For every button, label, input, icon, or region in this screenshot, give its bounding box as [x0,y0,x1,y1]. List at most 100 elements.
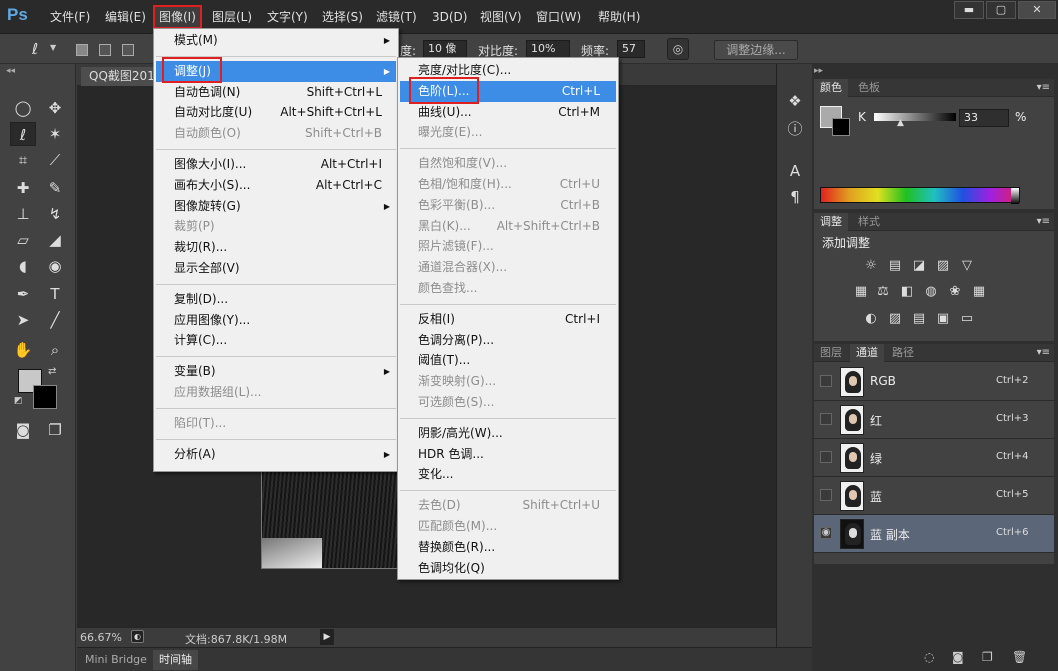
add-to-selection-icon[interactable] [99,44,111,56]
menu-3[interactable]: 图层(L) [208,7,256,27]
slider-thumb-icon[interactable]: ▲ [897,118,904,128]
photo-filter-icon[interactable]: ◍ [922,283,940,301]
panel-menu-icon[interactable]: ▾≡ [1037,79,1050,97]
tab-styles[interactable]: 样式 [852,213,886,231]
invert-icon[interactable]: ◐ [862,310,880,328]
brush-tool-icon[interactable]: ✎ [42,176,68,200]
panel-menu-icon[interactable]: ▾≡ [1037,344,1050,362]
marquee-tool-icon[interactable]: ◯ [10,96,36,120]
adjust-menu-item[interactable]: 色调均化(Q) [400,558,616,579]
image-menu-item[interactable]: 变量(B) ▶ [156,361,396,382]
tab-color[interactable]: 颜色 [814,79,848,97]
menu-6[interactable]: 滤镜(T) [372,7,421,27]
screen-mode-icon[interactable]: ❐ [42,418,68,442]
new-selection-icon[interactable] [76,44,88,56]
document-tab[interactable]: QQ截图201 [81,67,163,86]
eraser-tool-icon[interactable]: ▱ [10,228,36,252]
vibrance-icon[interactable]: ▽ [958,257,976,275]
3d-icon[interactable]: ❖ [783,90,807,112]
image-menu-item[interactable]: 裁切(R)... [156,237,396,258]
adjust-menu-item[interactable]: 替换颜色(R)... [400,537,616,558]
hue-saturation-icon[interactable]: ▦ [852,283,870,301]
frequency-input[interactable]: 57 [617,40,645,58]
width-input[interactable]: 10 像素 [423,40,467,71]
healing-brush-tool-icon[interactable]: ✚ [10,176,36,200]
delete-channel-icon[interactable]: 🗑 [1012,650,1027,664]
image-menu-item[interactable]: 计算(C)... [156,330,396,351]
threshold-icon[interactable]: ▤ [910,310,928,328]
load-selection-icon[interactable]: ◌ [924,650,934,664]
image-menu-item[interactable]: 图像旋转(G) ▶ [156,196,396,217]
magic-wand-tool-icon[interactable]: ✶ [42,122,68,146]
pen-tool-icon[interactable]: ✒ [10,282,36,306]
eye-icon[interactable]: ◉ [820,527,832,539]
menu-1[interactable]: 编辑(E) [101,7,150,27]
tab-timeline[interactable]: 时间轴 [153,650,198,670]
color-balance-icon[interactable]: ⚖ [874,283,892,301]
subtract-selection-icon[interactable] [122,44,134,56]
tab-mini-bridge[interactable]: Mini Bridge [79,650,153,670]
tab-paths[interactable]: 路径 [886,344,920,362]
image-menu-item[interactable]: 图像大小(I)... Alt+Ctrl+I [156,154,396,175]
k-slider[interactable]: ▲ [874,113,956,128]
status-menu-arrow-icon[interactable]: ▶ [320,629,334,645]
contrast-input[interactable]: 10% [526,40,570,58]
zoom-level[interactable]: 66.67% [80,631,122,644]
color-bg-swatch[interactable] [832,118,850,136]
paragraph-panel-icon[interactable]: ¶ [783,186,807,208]
k-value-input[interactable]: 33 [959,109,1009,127]
tab-adjustments[interactable]: 调整 [814,213,848,231]
image-menu-item[interactable]: 复制(D)... [156,289,396,310]
line-tool-icon[interactable]: ╱ [42,308,68,332]
channel-row[interactable]: 红 Ctrl+3 [814,401,1054,439]
adjust-menu-item[interactable]: 色调分离(P)... [400,330,616,351]
curves-icon[interactable]: ◪ [910,257,928,275]
default-colors-icon[interactable]: ◩ [14,396,23,406]
character-panel-icon[interactable]: A [783,160,807,182]
adjust-menu-item[interactable]: 曲线(U)... Ctrl+M [400,102,616,123]
crop-tool-icon[interactable]: ⌗ [10,148,36,172]
save-selection-icon[interactable]: ◙ [952,650,964,664]
adjust-menu-item[interactable]: 反相(I) Ctrl+I [400,309,616,330]
menu-5[interactable]: 选择(S) [318,7,367,27]
panel-menu-icon[interactable]: ▾≡ [1037,213,1050,231]
history-brush-tool-icon[interactable]: ↯ [42,202,68,226]
clone-stamp-tool-icon[interactable]: ⊥ [10,202,36,226]
minimize-button[interactable]: ▬ [954,1,984,19]
tab-channels[interactable]: 通道 [850,344,884,362]
levels-icon[interactable]: ▤ [886,257,904,275]
tablet-pressure-icon[interactable]: ◎ [667,38,689,60]
swap-colors-icon[interactable]: ⇄ [48,366,56,377]
visibility-toggle[interactable] [820,451,832,463]
collapse-panels-icon[interactable]: ▸▸ [814,66,823,76]
tab-layers[interactable]: 图层 [814,344,848,362]
visibility-toggle[interactable] [820,489,832,501]
maximize-button[interactable]: ▢ [986,1,1016,19]
image-menu-item[interactable]: 自动色调(N) Shift+Ctrl+L [156,82,396,103]
magnetic-lasso-tool-icon[interactable]: ℓ [10,122,36,146]
type-tool-icon[interactable]: T [42,282,68,306]
channel-row[interactable]: RGB Ctrl+2 [814,363,1054,401]
quick-mask-icon[interactable]: ◙ [10,418,36,442]
menu-9[interactable]: 窗口(W) [532,7,585,27]
adjust-menu-item[interactable]: 阴影/高光(W)... [400,423,616,444]
adjust-menu-item[interactable]: 阈值(T)... [400,350,616,371]
color-spectrum-bar[interactable] [820,187,1020,204]
image-menu-item[interactable]: 应用图像(Y)... [156,310,396,331]
visibility-toggle[interactable] [820,413,832,425]
zoom-tool-icon[interactable]: ⌕ [42,338,68,362]
gradient-map-icon[interactable]: ▣ [934,310,952,328]
channel-mixer-icon[interactable]: ❀ [946,283,964,301]
menu-2[interactable]: 图像(I) [153,5,202,29]
image-menu-item[interactable]: 自动对比度(U) Alt+Shift+Ctrl+L [156,102,396,123]
info-panel-icon[interactable]: ⓘ [783,118,807,140]
refine-edge-button[interactable]: 调整边缘... [714,40,798,60]
channel-row[interactable]: ◉ 蓝 副本 Ctrl+6 [814,515,1054,553]
eyedropper-tool-icon[interactable]: ⟋ [42,148,68,172]
menu-4[interactable]: 文字(Y) [263,7,312,27]
brightness-icon[interactable]: ☼ [862,257,880,275]
preset-dropdown-arrow-icon[interactable]: ▼ [50,43,56,52]
new-channel-icon[interactable]: ❐ [982,650,993,664]
adjust-menu-item[interactable]: HDR 色调... [400,444,616,465]
tab-swatches[interactable]: 色板 [852,79,886,97]
